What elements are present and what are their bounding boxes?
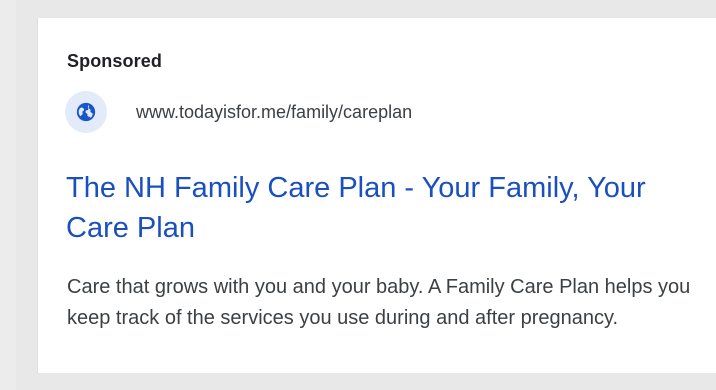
left-margin	[0, 0, 16, 390]
ad-headline-link[interactable]: The NH Family Care Plan - Your Family, Y…	[66, 168, 676, 248]
search-results-page: Sponsored www.todayisfor.me/family/carep…	[0, 0, 716, 390]
ad-source-row[interactable]: www.todayisfor.me/family/careplan	[65, 91, 412, 133]
globe-icon[interactable]	[65, 91, 107, 133]
ad-description: Care that grows with you and your baby. …	[67, 276, 691, 329]
sponsored-label: Sponsored	[67, 51, 162, 71]
sponsored-ad-card: Sponsored www.todayisfor.me/family/carep…	[37, 18, 716, 373]
ad-display-url[interactable]: www.todayisfor.me/family/careplan	[136, 102, 412, 123]
